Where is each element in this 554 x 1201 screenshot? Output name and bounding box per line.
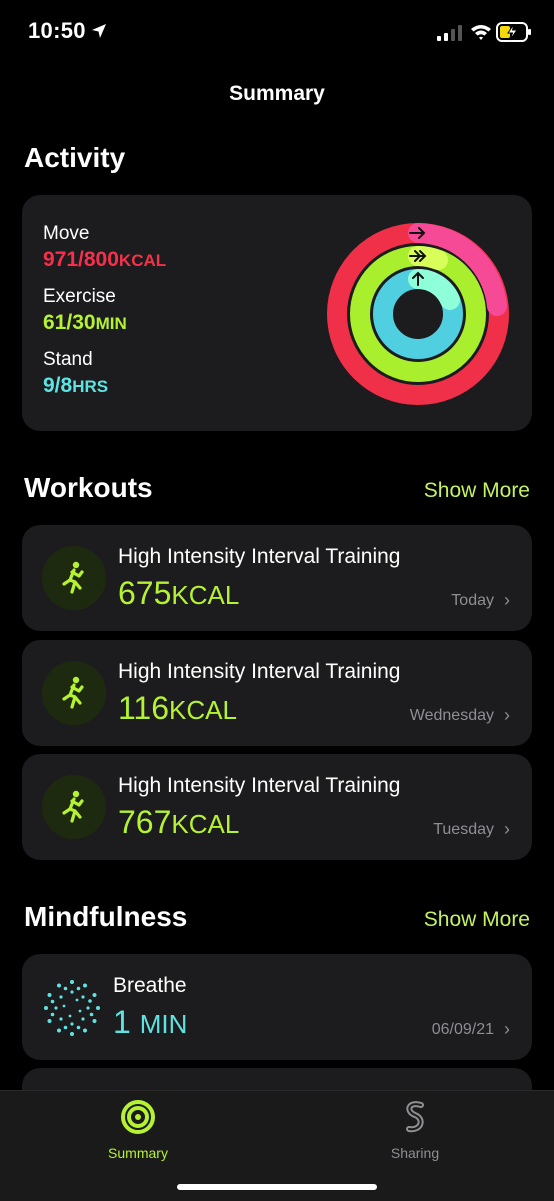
home-indicator (177, 1184, 377, 1190)
mindfulness-row[interactable]: Breathe 1 MIN 06/09/21 › (22, 954, 532, 1060)
chevron-right-icon: › (504, 590, 510, 610)
workout-value: 675KCAL (118, 575, 240, 611)
tab-sharing[interactable]: Sharing (365, 1099, 465, 1165)
mindfulness-section-title: Mindfulness (24, 901, 188, 932)
chevron-right-icon: › (504, 1019, 510, 1039)
mindfulness-value: 1 MIN (113, 1004, 188, 1040)
move-value: 971/800KCAL (43, 248, 167, 271)
hiit-runner-icon (62, 676, 84, 709)
chevron-right-icon: › (504, 819, 510, 839)
move-label: Move (43, 223, 90, 244)
sharing-icon (406, 1101, 424, 1133)
exercise-value: 61/30MIN (43, 311, 127, 334)
workout-icon-badge (42, 661, 106, 725)
workout-value: 767KCAL (118, 804, 240, 840)
activity-rings-tab-icon (121, 1100, 155, 1134)
activity-card[interactable]: Move 971/800KCAL Exercise 61/30MIN Stand… (22, 195, 532, 431)
tab-summary-label: Summary (108, 1145, 168, 1161)
workout-name: High Intensity Interval Training (118, 545, 401, 568)
status-bar: 10:50 (0, 0, 554, 60)
workouts-section-title: Workouts (24, 472, 153, 503)
hiit-runner-icon (62, 790, 84, 823)
workout-name: High Intensity Interval Training (118, 660, 401, 683)
stand-value: 9/8HRS (43, 374, 109, 397)
workout-icon-badge (42, 775, 106, 839)
battery-charging-icon (496, 22, 531, 42)
workout-row[interactable]: High Intensity Interval Training 116KCAL… (22, 640, 532, 746)
workout-date: Wednesday (409, 707, 494, 724)
workout-date: Tuesday (433, 821, 494, 838)
exercise-label: Exercise (43, 286, 116, 307)
status-time: 10:50 (28, 18, 86, 43)
mindfulness-show-more-link[interactable]: Show More (424, 908, 530, 932)
workout-value: 116KCAL (118, 690, 237, 726)
activity-rings (327, 223, 509, 405)
tab-sharing-label: Sharing (390, 1145, 440, 1161)
activity-section-title: Activity (24, 142, 126, 173)
nav-title: Summary (229, 82, 325, 105)
wifi-icon (471, 25, 491, 40)
location-arrow-icon (92, 24, 106, 38)
mindfulness-date: 06/09/21 (431, 1021, 494, 1038)
stand-label: Stand (43, 349, 93, 370)
workout-icon-badge (42, 546, 106, 610)
tab-summary[interactable]: Summary (88, 1099, 188, 1165)
cellular-signal-icon (437, 25, 462, 41)
workout-date: Today (451, 592, 494, 609)
hiit-runner-icon (62, 561, 84, 594)
workout-row[interactable]: High Intensity Interval Training 675KCAL… (22, 525, 532, 631)
workout-row[interactable]: High Intensity Interval Training 767KCAL… (22, 754, 532, 860)
workouts-show-more-link[interactable]: Show More (424, 479, 530, 503)
workout-name: High Intensity Interval Training (118, 774, 401, 797)
mindfulness-name: Breathe (113, 974, 187, 997)
breathe-icon (44, 980, 100, 1036)
stand-ring-overlap (408, 269, 460, 310)
chevron-right-icon: › (504, 705, 510, 725)
